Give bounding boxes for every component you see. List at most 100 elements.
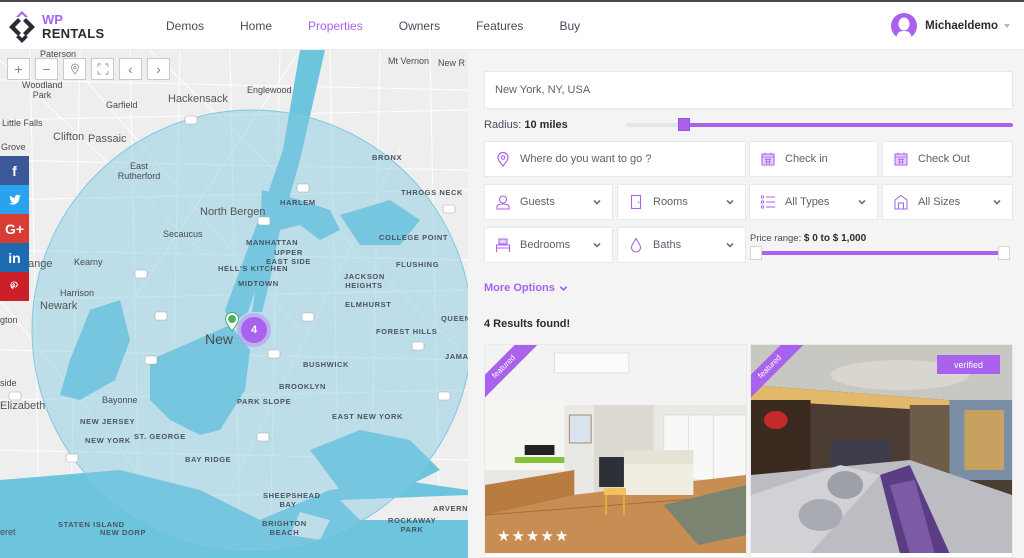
price-min-handle[interactable] bbox=[750, 246, 762, 260]
property-card[interactable]: featured verified bbox=[750, 344, 1013, 558]
facebook-share-button[interactable]: f bbox=[0, 156, 29, 185]
zoom-out-button[interactable]: − bbox=[35, 58, 58, 80]
map-controls: + − ‹ › bbox=[7, 58, 175, 80]
map-label: QUEENS bbox=[441, 314, 468, 323]
fullscreen-icon bbox=[97, 63, 108, 75]
check-in-input[interactable]: Check in bbox=[749, 141, 878, 177]
radius-slider-fill bbox=[684, 123, 1013, 127]
door-icon bbox=[628, 194, 644, 210]
map-label: Kearny bbox=[74, 257, 103, 267]
nav-properties[interactable]: Properties bbox=[290, 19, 381, 33]
user-menu[interactable]: Michaeldemo bbox=[891, 10, 1010, 42]
map-cluster-marker[interactable]: 4 bbox=[237, 313, 271, 347]
map-label: MIDTOWN bbox=[238, 279, 279, 288]
map-label: Newark bbox=[40, 300, 78, 312]
where-placeholder: Where do you want to go ? bbox=[520, 153, 652, 165]
map-label: ST. GEORGE bbox=[134, 432, 186, 441]
check-out-input[interactable]: Check Out bbox=[882, 141, 1013, 177]
nav-owners[interactable]: Owners bbox=[381, 19, 458, 33]
nav-buy[interactable]: Buy bbox=[541, 19, 598, 33]
pinterest-icon bbox=[10, 281, 18, 290]
rooms-label: Rooms bbox=[653, 196, 688, 208]
map-label: Elizabeth bbox=[0, 400, 46, 412]
property-photo[interactable] bbox=[751, 345, 1012, 553]
logo-rentals: RENTALS bbox=[42, 26, 105, 41]
property-card[interactable]: featured ★ ★ ★ ★ ★ bbox=[484, 344, 747, 558]
map-label: BRIGHTON BEACH bbox=[262, 519, 307, 537]
radius-slider-handle[interactable] bbox=[678, 118, 690, 131]
logo-wp: WP bbox=[42, 12, 63, 27]
guests-dropdown[interactable]: Guests bbox=[484, 184, 613, 220]
chevron-down-icon bbox=[858, 199, 866, 205]
plus-icon: + bbox=[14, 61, 23, 77]
nav-features[interactable]: Features bbox=[458, 19, 541, 33]
map-label: ELMHURST bbox=[345, 300, 392, 309]
chevron-left-icon: ‹ bbox=[128, 61, 133, 77]
price-max-handle[interactable] bbox=[998, 246, 1010, 260]
site-header: WP RENTALS Demos Home Properties Owners … bbox=[0, 0, 1024, 50]
main-nav: Demos Home Properties Owners Features Bu… bbox=[148, 2, 598, 50]
map-label: NEW YORK bbox=[85, 436, 131, 445]
next-button[interactable]: › bbox=[147, 58, 170, 80]
map-label: New R bbox=[438, 58, 466, 68]
radius-label-text: Radius: bbox=[484, 119, 522, 131]
property-photo[interactable] bbox=[485, 345, 746, 553]
location-input[interactable]: New York, NY, USA bbox=[484, 71, 1013, 109]
sizes-dropdown[interactable]: All Sizes bbox=[882, 184, 1013, 220]
star-icon: ★ bbox=[540, 528, 554, 545]
map-label: JAMAI bbox=[445, 352, 468, 361]
my-location-button[interactable] bbox=[63, 58, 86, 80]
linkedin-share-button[interactable]: in bbox=[0, 243, 29, 272]
google-plus-share-button[interactable]: G+ bbox=[0, 214, 29, 243]
fullscreen-button[interactable] bbox=[91, 58, 114, 80]
chevron-right-icon: › bbox=[156, 61, 161, 77]
map-label: New bbox=[205, 331, 234, 347]
baths-dropdown[interactable]: Baths bbox=[617, 227, 746, 263]
price-range-slider[interactable] bbox=[758, 251, 1002, 255]
bedrooms-label: Bedrooms bbox=[520, 239, 571, 251]
results-count: 4 Results found! bbox=[484, 318, 571, 330]
social-share-bar: f G+ in bbox=[0, 156, 29, 301]
list-icon bbox=[760, 194, 776, 210]
map-label: SHEEPSHEAD BAY bbox=[263, 491, 321, 509]
chevron-down-icon bbox=[559, 285, 568, 291]
pinterest-share-button[interactable] bbox=[0, 272, 29, 301]
map-label: NEW JERSEY bbox=[80, 417, 136, 426]
bed-icon bbox=[495, 237, 511, 253]
user-avatar-icon bbox=[896, 17, 913, 39]
twitter-share-button[interactable] bbox=[0, 185, 29, 214]
map-label: THROGS NECK bbox=[401, 188, 464, 197]
radius-label: Radius: 10 miles bbox=[484, 119, 568, 131]
nav-demos[interactable]: Demos bbox=[148, 19, 222, 33]
more-options-link[interactable]: More Options bbox=[484, 282, 568, 294]
radius-slider[interactable] bbox=[626, 118, 1013, 131]
map-label: North Bergen bbox=[200, 206, 266, 218]
sizes-label: All Sizes bbox=[918, 196, 961, 208]
rooms-dropdown[interactable]: Rooms bbox=[617, 184, 746, 220]
more-options-label: More Options bbox=[484, 282, 555, 294]
map-label: MANHATTAN bbox=[246, 238, 299, 247]
prev-button[interactable]: ‹ bbox=[119, 58, 142, 80]
zoom-in-button[interactable]: + bbox=[7, 58, 30, 80]
bedrooms-dropdown[interactable]: Bedrooms bbox=[484, 227, 613, 263]
logo[interactable]: WP RENTALS bbox=[6, 8, 105, 46]
map[interactable]: Paterson Woodland Park Garfield Hackensa… bbox=[0, 50, 468, 558]
map-label: FLUSHING bbox=[396, 260, 440, 269]
map-label: Hackensack bbox=[168, 93, 228, 105]
map-label: Passaic bbox=[88, 133, 127, 145]
radius-value: 10 miles bbox=[524, 119, 568, 131]
nav-home[interactable]: Home bbox=[222, 19, 290, 33]
chevron-down-icon bbox=[593, 242, 601, 248]
map-label: FOREST HILLS bbox=[376, 327, 438, 336]
google-plus-icon: G+ bbox=[4, 220, 25, 237]
where-input[interactable]: Where do you want to go ? bbox=[484, 141, 746, 177]
calendar-icon bbox=[760, 151, 776, 167]
map-label: Mt Vernon bbox=[388, 56, 430, 66]
chevron-down-icon bbox=[593, 199, 601, 205]
star-icon: ★ bbox=[511, 528, 525, 545]
price-range-label-text: Price range: bbox=[750, 233, 802, 244]
map-label: Secaucus bbox=[163, 229, 203, 239]
star-icon: ★ bbox=[497, 528, 511, 545]
types-dropdown[interactable]: All Types bbox=[749, 184, 878, 220]
avatar[interactable] bbox=[891, 13, 918, 39]
